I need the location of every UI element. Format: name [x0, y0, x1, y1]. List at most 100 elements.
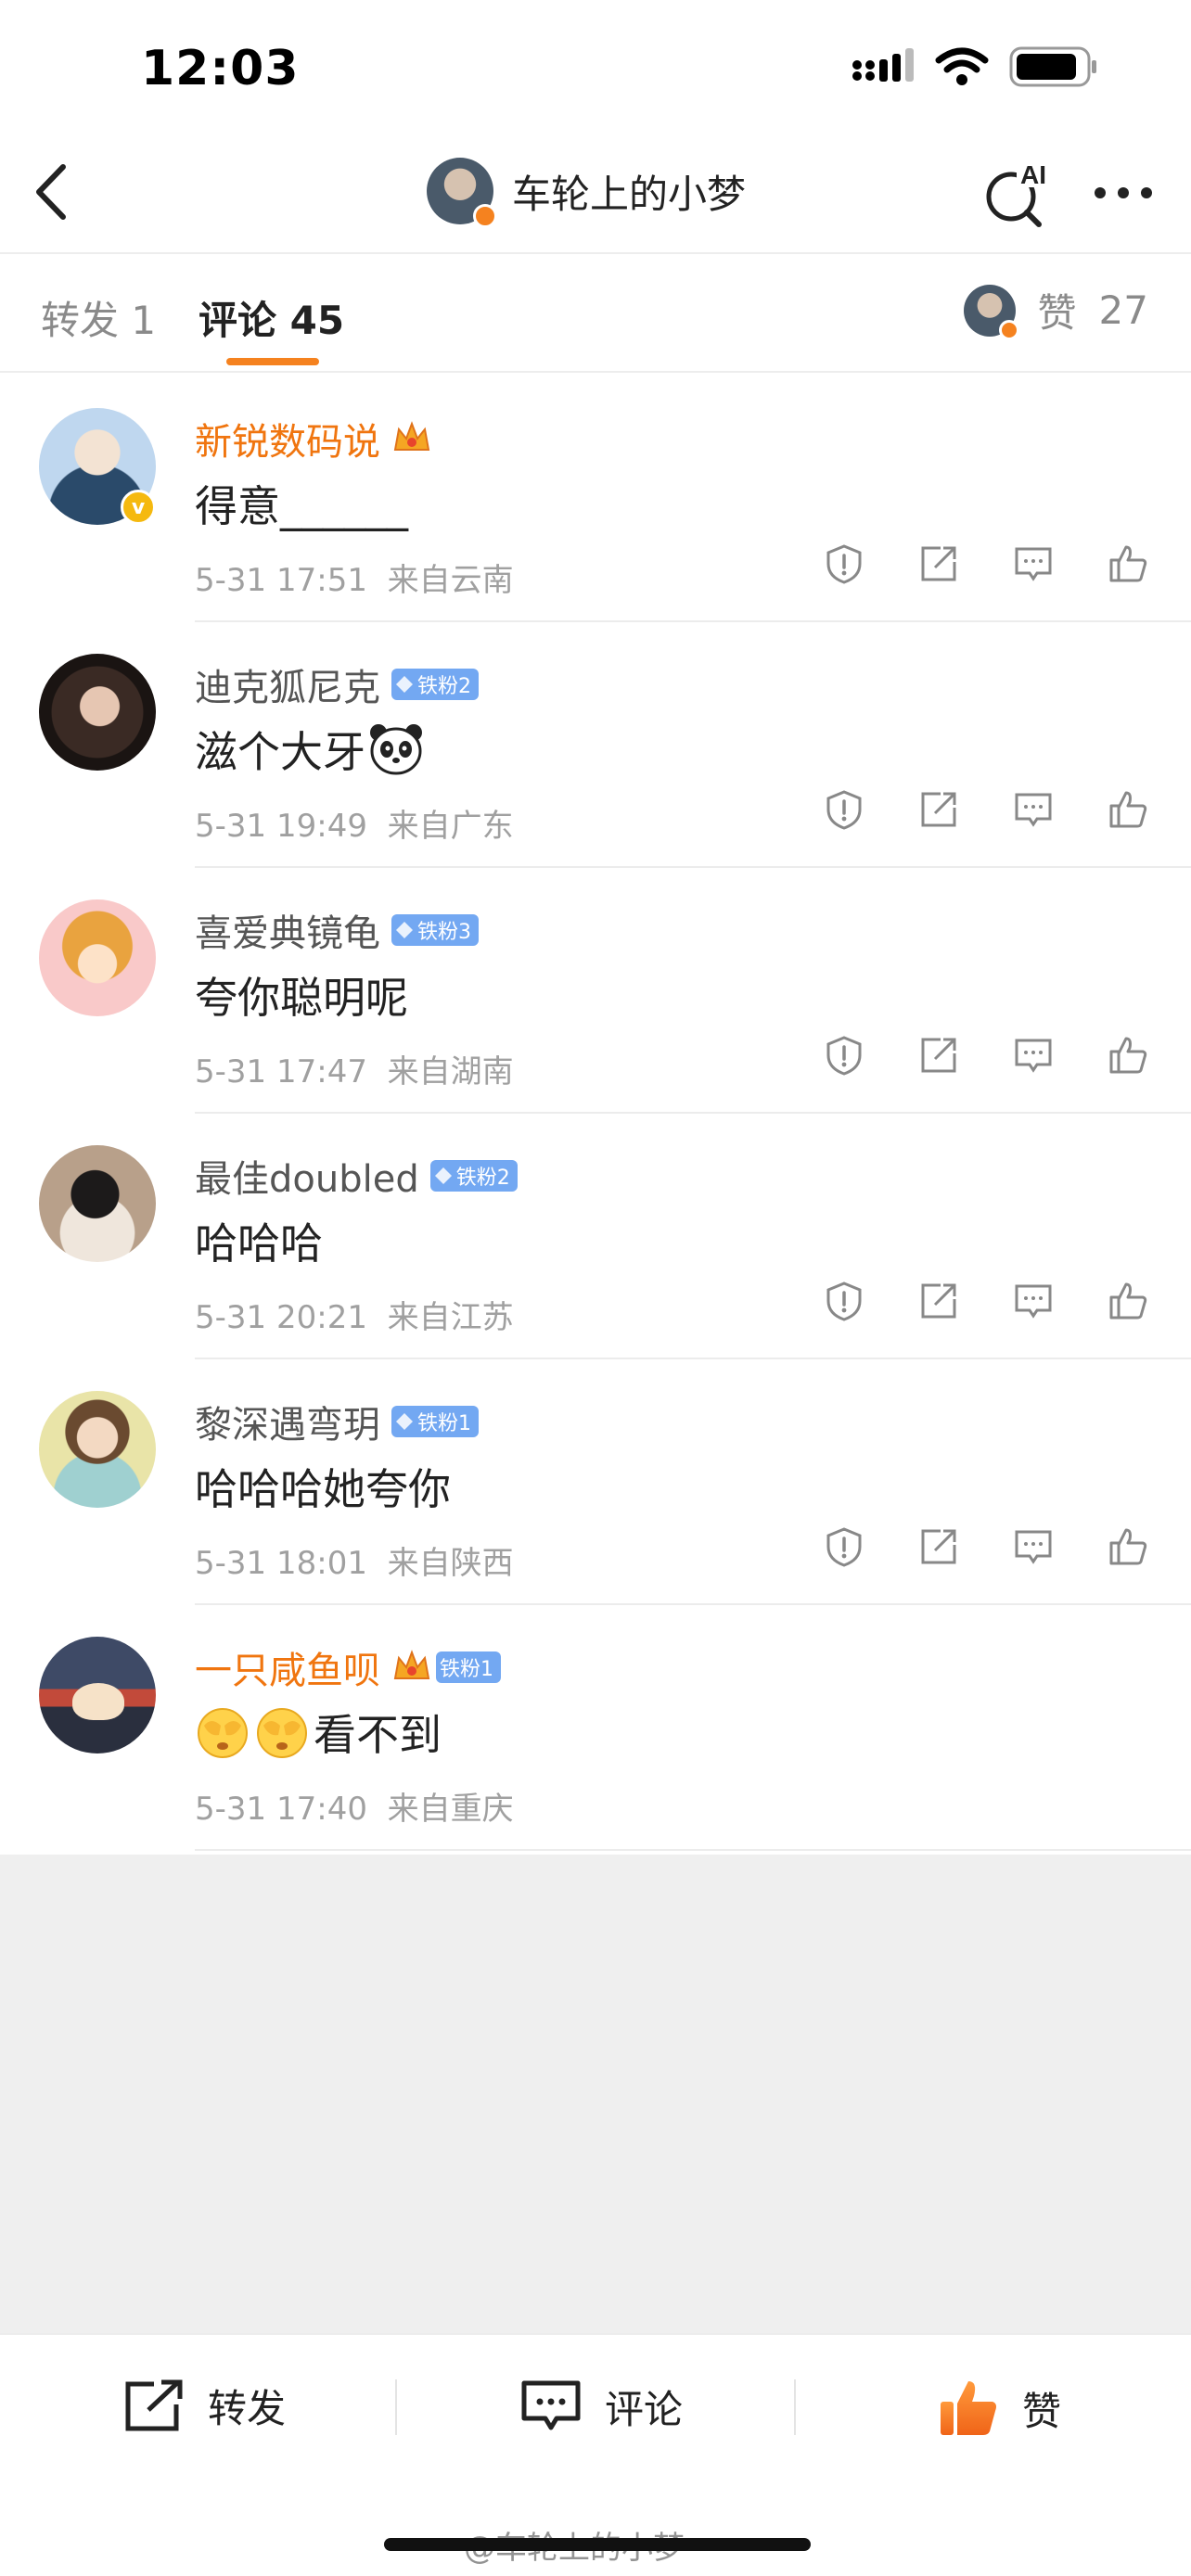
comment-username[interactable]: 迪克狐尼克 铁粉2 [195, 657, 479, 711]
nav-title: 车轮上的小梦 [512, 171, 747, 217]
comment-item[interactable]: 黎深遇弯玥 铁粉1 哈哈哈她夸你 5-31 18:01 来自陕西 [0, 1359, 1191, 1605]
report-icon[interactable] [824, 789, 864, 830]
reply-icon[interactable] [1013, 1035, 1054, 1076]
author-avatar[interactable] [427, 158, 497, 228]
fan-badge: 铁粉3 [391, 914, 479, 946]
comment-list: v 新锐数码说 得意______ 5-31 17:51 来自云南 迪克狐尼克 铁… [0, 376, 1191, 1851]
empty-area [0, 1855, 1191, 2333]
back-icon[interactable] [26, 159, 82, 224]
like-icon[interactable] [1108, 543, 1148, 584]
share-icon[interactable] [918, 789, 959, 830]
comment-text: 哈哈哈她夸你 [195, 1464, 451, 1514]
tab-comment[interactable]: 评论 45 [198, 289, 344, 346]
tab-repost[interactable]: 转发 1 [41, 289, 156, 346]
tab-bar: 转发 1 评论 45 赞 27 [0, 252, 1191, 373]
report-icon[interactable] [824, 1281, 864, 1321]
like-icon[interactable] [1108, 789, 1148, 830]
verified-v-icon: v [121, 490, 156, 525]
vip-crown-icon [393, 1650, 430, 1679]
fan-badge: 铁粉1 [391, 1406, 479, 1437]
comment-divider [195, 1849, 1191, 1851]
nav-bar: 车轮上的小梦 AI [0, 139, 1191, 250]
comment-text: 得意______ [195, 481, 408, 531]
comment-meta: 5-31 19:49 来自广东 [195, 808, 514, 845]
cover-face-emoji-icon [257, 1708, 307, 1758]
comment-username[interactable]: 黎深遇弯玥 铁粉1 [195, 1395, 479, 1448]
share-icon[interactable] [918, 1281, 959, 1321]
like-icon[interactable] [1108, 1035, 1148, 1076]
home-indicator[interactable] [384, 2538, 811, 2551]
cellular-signal-icon [852, 48, 914, 82]
battery-icon [1009, 46, 1096, 87]
diamond-icon [396, 676, 413, 693]
svg-text:AI: AI [1020, 160, 1046, 189]
more-icon[interactable] [1093, 184, 1154, 202]
diamond-icon [396, 1413, 413, 1430]
vip-crown-icon [393, 421, 430, 451]
comment-item[interactable]: 喜爱典镜龟 铁粉3 夸你聪明呢 5-31 17:47 来自湖南 [0, 868, 1191, 1114]
report-icon[interactable] [824, 543, 864, 584]
comment-text: 夸你聪明呢 [195, 973, 408, 1023]
nav-user[interactable]: 车轮上的小梦 [427, 158, 747, 228]
share-icon[interactable] [918, 1035, 959, 1076]
ai-search-icon[interactable]: AI [981, 158, 1052, 228]
liker-avatar [963, 284, 1019, 340]
reply-icon[interactable] [1013, 1281, 1054, 1321]
like-icon[interactable] [1108, 1281, 1148, 1321]
comment-username[interactable]: 喜爱典镜龟 铁粉3 [195, 903, 479, 957]
status-bar: 12:03 [0, 0, 1191, 139]
commenter-avatar[interactable] [39, 899, 156, 1016]
likes-count: 27 [1098, 287, 1148, 333]
comment-button[interactable]: 评论 [519, 2378, 683, 2435]
comment-item[interactable]: 一只咸鱼呗 铁粉1 看不到 5-31 17:40 来自重庆 [0, 1605, 1191, 1851]
comment-username[interactable]: 最佳doubled 铁粉2 [195, 1149, 518, 1203]
comment-username[interactable]: 一只咸鱼呗 铁粉1 [195, 1640, 501, 1694]
like-button[interactable]: 赞 [937, 2378, 1061, 2439]
panda-emoji-icon [370, 724, 422, 775]
tab-active-indicator [226, 358, 319, 365]
comment-meta: 5-31 17:40 来自重庆 [195, 1791, 514, 1828]
repost-button[interactable]: 转发 [122, 2378, 286, 2434]
commenter-avatar[interactable] [39, 654, 156, 771]
share-icon[interactable] [918, 543, 959, 584]
comment-meta: 5-31 17:51 来自云南 [195, 562, 514, 599]
comment-meta: 5-31 20:21 来自江苏 [195, 1299, 514, 1336]
status-time: 12:03 [141, 41, 300, 96]
report-icon[interactable] [824, 1035, 864, 1076]
verified-badge-icon [473, 204, 497, 228]
commenter-avatar[interactable] [39, 1145, 156, 1262]
commenter-avatar[interactable] [39, 1391, 156, 1508]
comment-text: 滋个大牙 [195, 719, 423, 780]
comment-meta: 5-31 18:01 来自陕西 [195, 1545, 514, 1582]
comment-icon [521, 2380, 581, 2430]
reply-icon[interactable] [1013, 1526, 1054, 1567]
commenter-avatar[interactable]: v [39, 408, 156, 525]
fan-badge: 铁粉1 [436, 1651, 501, 1683]
like-icon[interactable] [1108, 1526, 1148, 1567]
report-icon[interactable] [824, 1526, 864, 1567]
comment-item[interactable]: 迪克狐尼克 铁粉2 滋个大牙 5-31 19:49 来自广东 [0, 622, 1191, 868]
reply-icon[interactable] [1013, 789, 1054, 830]
diamond-icon [434, 1167, 452, 1184]
verified-badge-icon [998, 319, 1019, 340]
bottom-separator [794, 2379, 796, 2435]
share-icon[interactable] [918, 1526, 959, 1567]
comment-item[interactable]: v 新锐数码说 得意______ 5-31 17:51 来自云南 [0, 376, 1191, 622]
like-filled-icon [941, 2381, 996, 2435]
commenter-avatar[interactable] [39, 1637, 156, 1753]
fan-badge: 铁粉2 [429, 1160, 518, 1192]
tab-likes[interactable]: 赞 27 [963, 282, 1148, 340]
reply-icon[interactable] [1013, 543, 1054, 584]
repost-icon [125, 2379, 183, 2430]
wifi-icon [935, 47, 989, 85]
diamond-icon [396, 922, 413, 938]
comment-text: 看不到 [195, 1702, 442, 1763]
comment-text: 哈哈哈 [195, 1218, 323, 1269]
fan-badge: 铁粉2 [391, 669, 479, 700]
comment-item[interactable]: 最佳doubled 铁粉2 哈哈哈 5-31 20:21 来自江苏 [0, 1114, 1191, 1359]
bottom-separator [395, 2379, 397, 2435]
comment-username[interactable]: 新锐数码说 [195, 412, 432, 465]
cover-face-emoji-icon [198, 1708, 248, 1758]
likes-label: 赞 [1037, 290, 1077, 336]
comment-meta: 5-31 17:47 来自湖南 [195, 1053, 514, 1090]
